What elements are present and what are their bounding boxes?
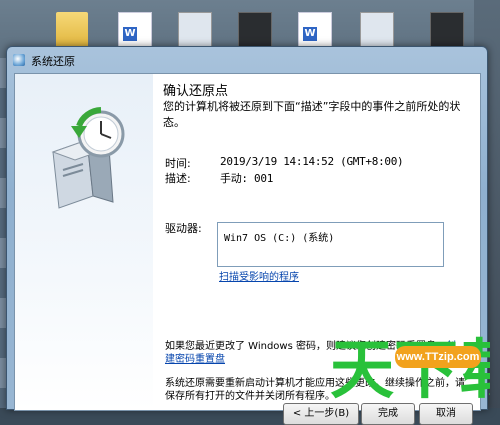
time-label: 时间:	[165, 157, 191, 170]
title-bar[interactable]: 系统还原	[7, 47, 487, 73]
window-title: 系统还原	[31, 55, 75, 68]
screenshot-thumbnail-icon[interactable]	[360, 12, 394, 50]
left-graphic-panel	[15, 74, 153, 410]
screenshot-thumbnail-icon[interactable]	[430, 12, 464, 50]
drive-list-item[interactable]: Win7 OS (C:) (系统)	[224, 229, 334, 244]
system-restore-icon	[13, 54, 25, 66]
watermark-url: www.TTzip.com	[395, 346, 481, 368]
word-document-icon[interactable]	[298, 12, 332, 50]
description-label: 描述:	[165, 172, 191, 185]
screenshot-thumbnail-icon[interactable]	[178, 12, 212, 50]
scan-affected-programs-link[interactable]: 扫描受影响的程序	[219, 268, 299, 283]
page-heading: 确认还原点	[163, 84, 229, 99]
page-description: 您的计算机将被还原到下面“描述”字段中的事件之前所处的状态。	[163, 100, 461, 129]
screenshot-thumbnail-icon[interactable]	[238, 12, 272, 50]
drives-list[interactable]: Win7 OS (C:) (系统)	[217, 222, 444, 267]
folder-icon[interactable]	[56, 12, 88, 48]
description-value: 手动: 001	[220, 172, 274, 185]
watermark-logo: 天下载	[330, 334, 490, 408]
time-value: 2019/3/19 14:14:52 (GMT+8:00)	[220, 155, 404, 168]
drives-label: 驱动器:	[165, 222, 202, 235]
word-document-icon[interactable]	[118, 12, 152, 50]
system-restore-clock-icon	[51, 107, 125, 209]
